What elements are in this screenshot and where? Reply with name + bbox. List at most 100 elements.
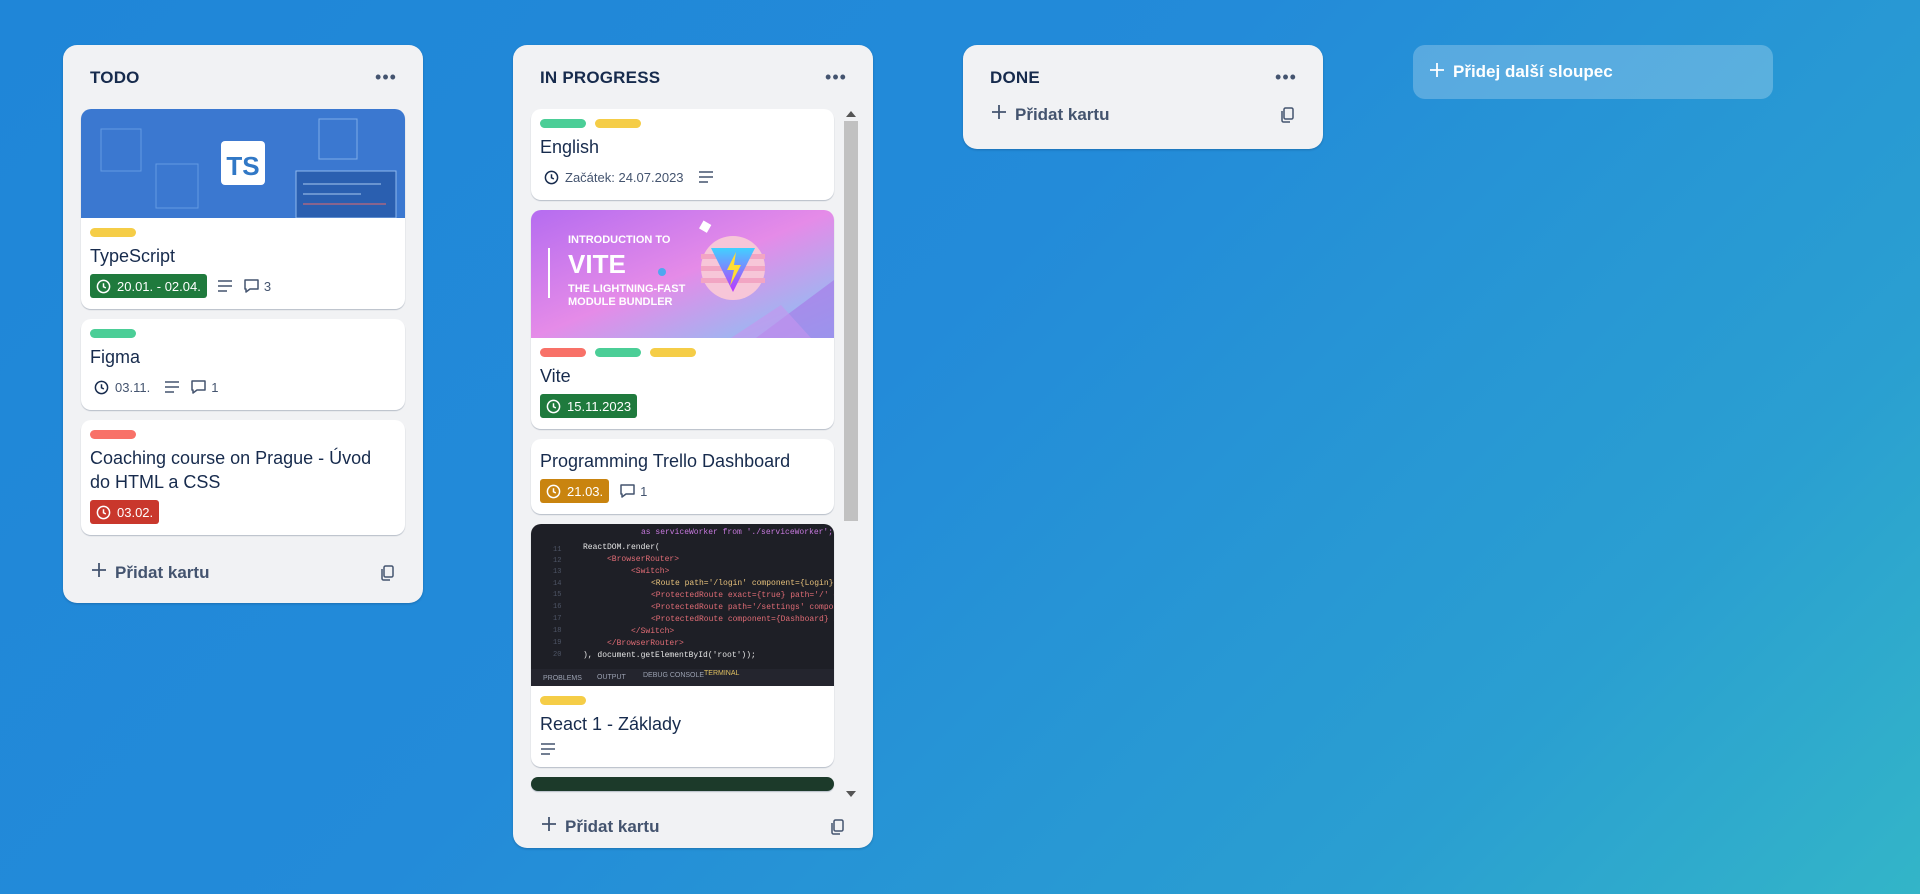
add-card-label: Přidat kartu (565, 816, 660, 836)
label-yellow (595, 119, 641, 128)
code-line: <ProtectedRoute path='/settings' compone… (651, 603, 834, 612)
start-date-badge[interactable]: Začátek: 24.07.2023 (540, 165, 688, 189)
card-typescript[interactable]: TS TypeScript 20.01. - 02.04. 3 (81, 109, 405, 309)
card-list: English Začátek: 24.07.2023 INTRODUCTION… (513, 109, 834, 791)
card-title: Vite (540, 366, 571, 386)
card-coaching-course[interactable]: Coaching course on Prague - Úvod do HTML… (81, 420, 405, 535)
label-green (540, 119, 586, 128)
plus-icon (91, 562, 107, 583)
code-line: ), document.getElementById('root')); (583, 651, 756, 660)
card-labels (540, 696, 825, 705)
plus-icon (1429, 62, 1445, 83)
vite-cover-line1: INTRODUCTION TO (568, 234, 671, 246)
card-programming-trello-dashboard[interactable]: Programming Trello Dashboard 21.03. 1 (531, 439, 834, 514)
comments-badge: 1 (619, 483, 647, 499)
card-badges: 03.02. (90, 500, 396, 524)
code-line: <Route path='/login' component={Login} /… (651, 579, 834, 588)
comment-icon (619, 483, 636, 499)
card-english[interactable]: English Začátek: 24.07.2023 (531, 109, 834, 200)
code-line: ReactDOM.render( (583, 543, 660, 552)
more-icon: ••• (825, 66, 847, 87)
comment-icon (243, 278, 260, 294)
vite-cover-line3: THE LIGHTNING-FAST (568, 283, 686, 295)
create-from-template-button[interactable] (380, 565, 395, 586)
column-menu-button[interactable]: ••• (1271, 65, 1301, 89)
template-icon (1280, 107, 1295, 127)
create-from-template-button[interactable] (830, 819, 845, 840)
comments-count: 1 (640, 483, 648, 499)
card-labels (90, 228, 396, 237)
add-card-button[interactable]: Přidat kartu (91, 562, 209, 583)
typescript-logo-text: TS (226, 151, 259, 181)
description-icon (164, 380, 180, 394)
card-list-scroll[interactable]: English Začátek: 24.07.2023 INTRODUCTION… (513, 109, 873, 799)
card-partial[interactable] (531, 777, 834, 791)
add-card-button[interactable]: Přidat kartu (541, 816, 659, 837)
line-number: 12 (553, 557, 561, 565)
create-from-template-button[interactable] (1280, 107, 1295, 128)
label-green (90, 329, 136, 338)
card-vite[interactable]: INTRODUCTION TO VITE THE LIGHTNING-FAST … (531, 210, 834, 429)
label-yellow (540, 696, 586, 705)
column-footer: Přidat kartu (963, 95, 1323, 149)
card-badges: 21.03. 1 (540, 479, 825, 503)
column-menu-button[interactable]: ••• (821, 65, 851, 89)
column-header: DONE ••• (963, 45, 1323, 95)
card-title: Programming Trello Dashboard (540, 451, 791, 471)
add-column-button[interactable]: Přidej další sloupec (1413, 45, 1773, 99)
line-number: 15 (553, 591, 561, 599)
column-todo: TODO ••• TS TypeScript 20.01. - 02.04. 3… (63, 45, 423, 603)
card-labels (90, 430, 396, 439)
scrollbar[interactable] (844, 109, 858, 799)
add-card-button[interactable]: Přidat kartu (991, 104, 1109, 125)
clock-icon (546, 484, 561, 499)
column-title[interactable]: DONE (990, 68, 1040, 88)
column-footer: Přidat kartu (63, 545, 423, 603)
label-yellow (650, 348, 696, 357)
column-menu-button[interactable]: ••• (371, 65, 401, 89)
column-done: DONE ••• Přidat kartu (963, 45, 1323, 149)
panel-tab: TERMINAL (704, 670, 740, 677)
clock-icon (94, 380, 109, 395)
add-card-label: Přidat kartu (1015, 104, 1110, 124)
column-header: TODO ••• (63, 45, 423, 109)
line-number: 16 (553, 603, 561, 611)
column-title[interactable]: TODO (90, 68, 140, 88)
add-card-label: Přidat kartu (115, 562, 210, 582)
due-date-badge[interactable]: 03.11. (90, 375, 154, 399)
code-line: </BrowserRouter> (607, 639, 684, 648)
comments-badge: 3 (243, 278, 271, 294)
card-react-1[interactable]: 11 12 13 14 15 16 17 18 19 20 as service… (531, 524, 834, 767)
card-badges: 20.01. - 02.04. 3 (90, 274, 396, 298)
due-date-badge[interactable]: 03.02. (90, 500, 160, 524)
card-title: React 1 - Základy (540, 714, 682, 734)
due-date-badge[interactable]: 15.11.2023 (540, 394, 638, 418)
due-date-text: 03.02. (117, 504, 154, 520)
line-number: 20 (553, 651, 561, 659)
due-date-badge[interactable]: 21.03. (540, 479, 610, 503)
template-icon (830, 819, 845, 839)
column-title[interactable]: IN PROGRESS (540, 68, 660, 88)
due-date-badge[interactable]: 20.01. - 02.04. (90, 274, 207, 298)
card-title: English (540, 137, 600, 157)
code-line: <Switch> (631, 567, 670, 576)
card-title: Figma (90, 347, 141, 367)
card-cover-image: 11 12 13 14 15 16 17 18 19 20 as service… (531, 524, 834, 686)
description-icon (217, 279, 233, 293)
card-labels (540, 119, 825, 128)
line-number: 14 (553, 580, 561, 588)
scroll-down-arrow[interactable] (846, 791, 856, 797)
clock-icon (546, 399, 561, 414)
code-line: <ProtectedRoute component={Dashboard} /> (651, 615, 834, 624)
card-badges: 03.11. 1 (90, 375, 396, 399)
due-date-text: 21.03. (567, 483, 604, 499)
comments-badge: 1 (190, 379, 218, 395)
line-number: 19 (553, 639, 561, 647)
scrollbar-thumb[interactable] (844, 121, 858, 521)
start-date-text: Začátek: 24.07.2023 (565, 169, 684, 185)
scroll-up-arrow[interactable] (846, 111, 856, 117)
comments-count: 1 (211, 379, 219, 395)
card-figma[interactable]: Figma 03.11. 1 (81, 319, 405, 410)
card-title: TypeScript (90, 246, 176, 266)
vite-cover-line2: VITE (568, 249, 626, 279)
